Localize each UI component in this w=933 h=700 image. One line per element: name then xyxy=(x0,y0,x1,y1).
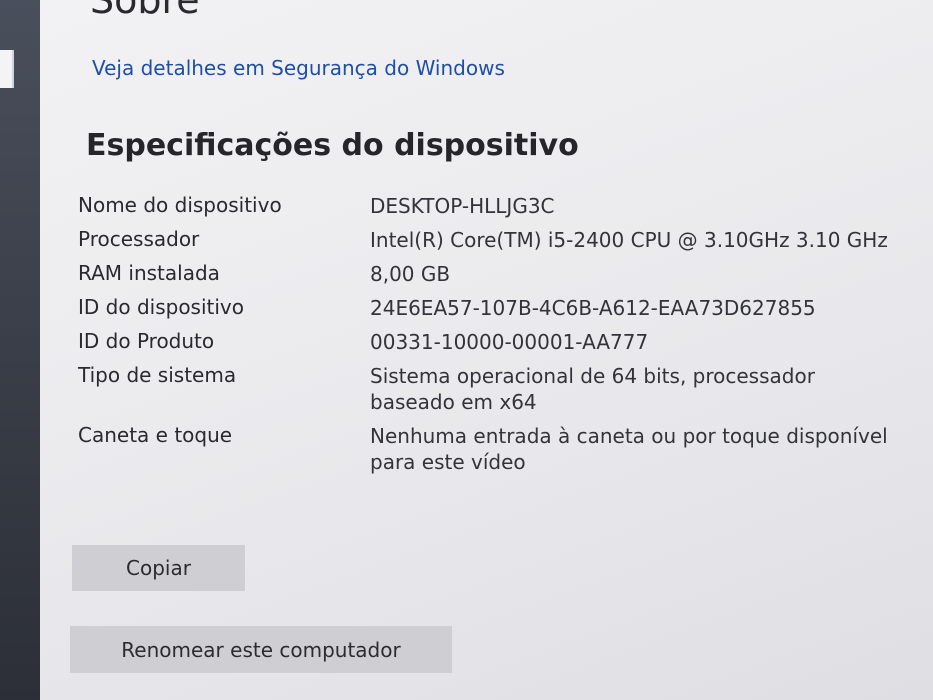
spec-row-device-id: ID do dispositivo 24E6EA57-107B-4C6B-A61… xyxy=(78,295,908,321)
spec-value: 00331-10000-00001-AA777 xyxy=(370,330,649,354)
copy-button[interactable]: Copiar xyxy=(72,545,245,591)
rename-pc-button[interactable]: Renomear este computador xyxy=(70,626,452,673)
spec-row-pen-and-touch: Caneta e toque Nenhuma entrada à caneta … xyxy=(78,423,908,475)
navigation-rail xyxy=(0,0,40,700)
spec-value: Sistema operacional de 64 bits, processa… xyxy=(370,364,815,414)
spec-label: ID do Produto xyxy=(78,329,215,353)
settings-about-page: Sobre Veja detalhes em Segurança do Wind… xyxy=(40,0,933,700)
spec-row-system-type: Tipo de sistema Sistema operacional de 6… xyxy=(78,363,908,415)
spec-value: Intel(R) Core(TM) i5-2400 CPU @ 3.10GHz … xyxy=(370,228,888,252)
spec-label: ID do dispositivo xyxy=(78,295,244,319)
nav-selection-indicator[interactable] xyxy=(0,50,14,88)
spec-value: DESKTOP-HLLJG3C xyxy=(370,194,555,218)
spec-row-device-name: Nome do dispositivo DESKTOP-HLLJG3C xyxy=(78,193,908,219)
spec-label: Nome do dispositivo xyxy=(78,193,282,217)
spec-label: Caneta e toque xyxy=(78,423,233,447)
spec-value: 8,00 GB xyxy=(370,262,451,286)
spec-value: Nenhuma entrada à caneta ou por toque di… xyxy=(370,424,888,474)
spec-row-product-id: ID do Produto 00331-10000-00001-AA777 xyxy=(78,329,908,355)
spec-label: RAM instalada xyxy=(78,261,220,285)
device-specifications-list: Nome do dispositivo DESKTOP-HLLJG3C Proc… xyxy=(78,193,908,483)
spec-value: 24E6EA57-107B-4C6B-A612-EAA73D627855 xyxy=(370,296,816,320)
page-title: Sobre xyxy=(90,0,200,22)
windows-security-link[interactable]: Veja detalhes em Segurança do Windows xyxy=(92,56,505,80)
spec-label: Processador xyxy=(78,227,200,251)
device-specifications-heading: Especificações do dispositivo xyxy=(86,128,579,163)
spec-row-installed-ram: RAM instalada 8,00 GB xyxy=(78,261,908,287)
spec-label: Tipo de sistema xyxy=(78,363,237,387)
spec-row-processor: Processador Intel(R) Core(TM) i5-2400 CP… xyxy=(78,227,908,253)
